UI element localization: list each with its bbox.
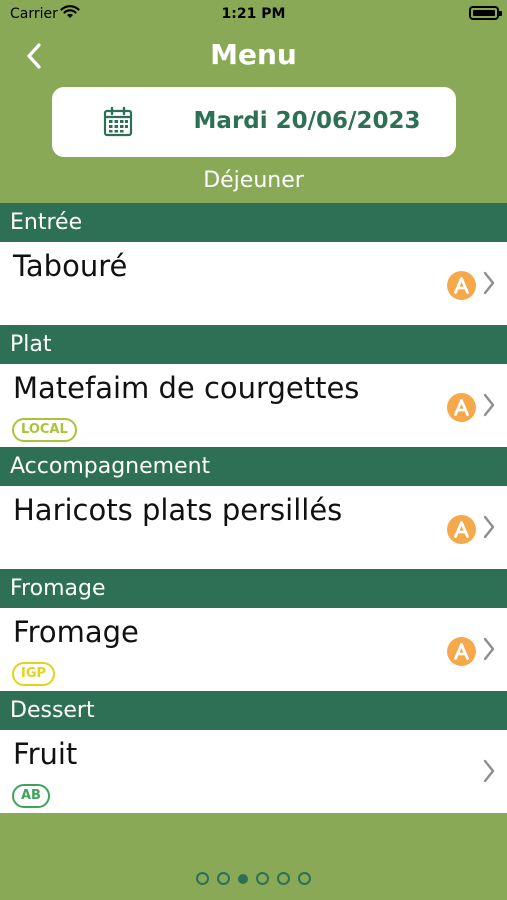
chevron-right-icon [482, 270, 496, 300]
dish-row[interactable]: Tabouré [0, 242, 507, 325]
nutri-score-icon [447, 393, 476, 422]
chevron-right-icon [482, 636, 496, 666]
page-dot[interactable] [298, 872, 311, 885]
menu-section: Dessert Fruit AB [0, 691, 507, 813]
page-dot[interactable] [256, 872, 269, 885]
battery-icon [469, 6, 502, 20]
meal-label: Déjeuner [203, 168, 304, 193]
date-selector[interactable]: Mardi 20/06/2023 [52, 87, 456, 157]
menu-section: Entrée Tabouré [0, 203, 507, 325]
clock: 1:21 PM [221, 6, 286, 22]
section-header: Fromage [0, 569, 507, 608]
section-header: Dessert [0, 691, 507, 730]
navigation-bar: Menu [0, 30, 507, 82]
menu-section: Plat Matefaim de courgettes LOCAL [0, 325, 507, 447]
page-dot[interactable] [277, 872, 290, 885]
menu-section: Fromage Fromage IGP [0, 569, 507, 691]
menu-section: Accompagnement Haricots plats persillés [0, 447, 507, 569]
page-dot[interactable] [217, 872, 230, 885]
chevron-right-icon [482, 392, 496, 422]
menu-list: Entrée Tabouré Plat Matefaim de courgettes L… [0, 203, 507, 813]
label-badge: LOCAL [12, 418, 77, 442]
nutri-score-icon [447, 271, 476, 300]
nutri-score-icon [447, 515, 476, 544]
page-title: Menu [210, 38, 297, 71]
dish-row[interactable]: Fromage IGP [0, 608, 507, 691]
section-header: Accompagnement [0, 447, 507, 486]
nutri-score-icon [447, 637, 476, 666]
dish-row[interactable]: Haricots plats persillés [0, 486, 507, 569]
dish-name: Matefaim de courgettes [13, 371, 360, 405]
dish-name: Fromage [13, 615, 139, 649]
chevron-right-icon [482, 758, 496, 788]
status-bar: Carrier 1:21 PM [0, 0, 507, 30]
section-header: Entrée [0, 203, 507, 242]
chevron-right-icon [482, 514, 496, 544]
dish-name: Fruit [13, 737, 78, 771]
page-dot[interactable] [196, 872, 209, 885]
date-label: Mardi 20/06/2023 [193, 108, 421, 134]
dish-row[interactable]: Fruit AB [0, 730, 507, 813]
calendar-icon [102, 106, 134, 142]
label-badge: IGP [12, 662, 56, 686]
section-header: Plat [0, 325, 507, 364]
dish-name: Haricots plats persillés [13, 493, 343, 527]
dish-name: Tabouré [13, 249, 128, 283]
label-badge: AB [12, 784, 50, 808]
dish-row[interactable]: Matefaim de courgettes LOCAL [0, 364, 507, 447]
page-dot[interactable] [238, 873, 248, 884]
page-indicator [0, 872, 507, 885]
